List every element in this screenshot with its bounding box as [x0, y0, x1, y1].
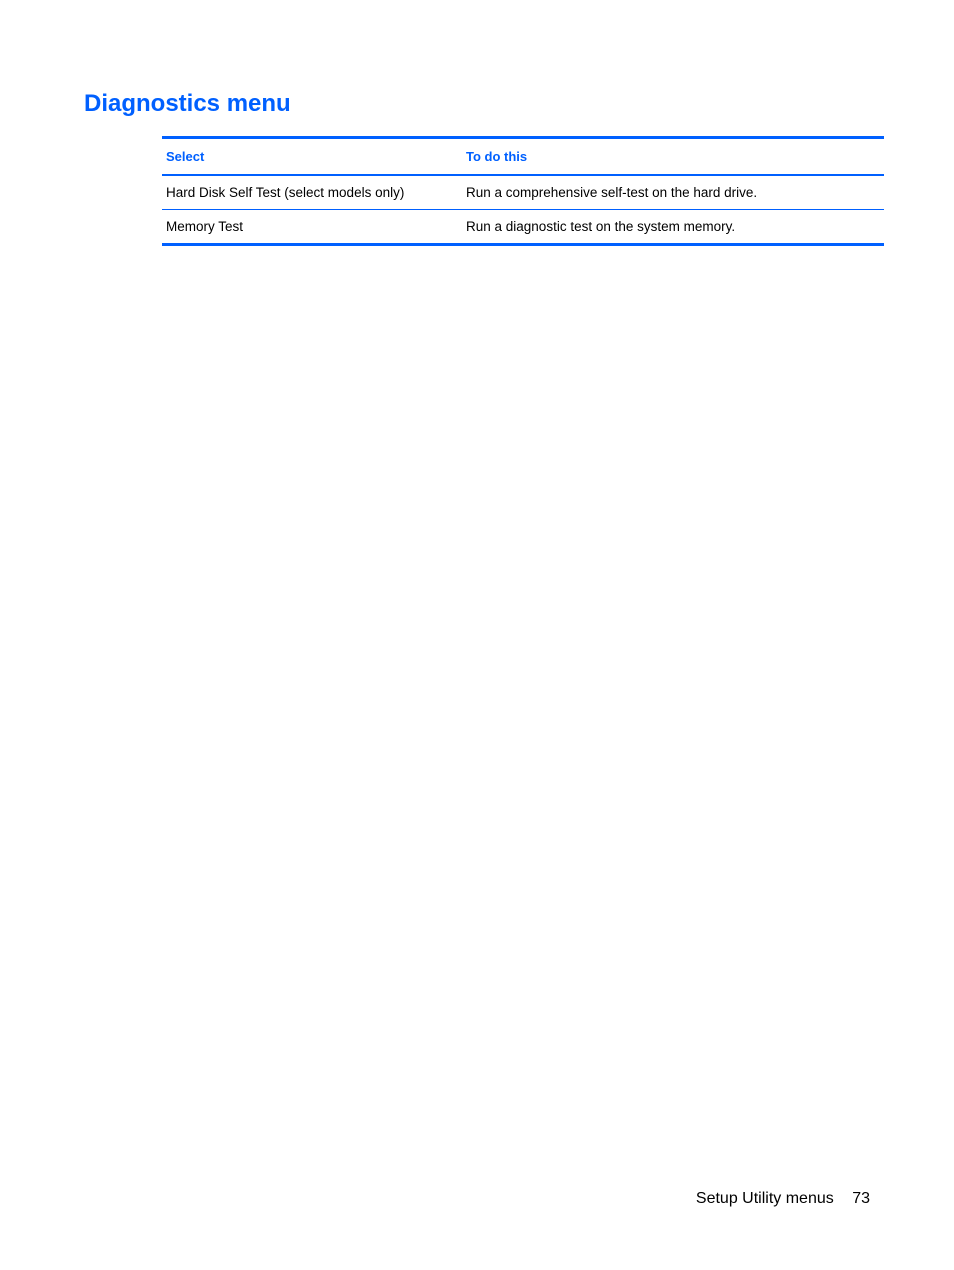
cell-select: Memory Test [162, 210, 462, 245]
footer-page-number: 73 [852, 1190, 870, 1207]
table-header-row: Select To do this [162, 138, 884, 176]
section-heading: Diagnostics menu [84, 90, 870, 118]
footer-section-title: Setup Utility menus [696, 1190, 834, 1207]
cell-todo: Run a diagnostic test on the system memo… [462, 210, 884, 245]
table-row: Memory Test Run a diagnostic test on the… [162, 210, 884, 245]
page-footer: Setup Utility menus 73 [696, 1190, 870, 1208]
cell-select: Hard Disk Self Test (select models only) [162, 175, 462, 210]
cell-todo: Run a comprehensive self-test on the har… [462, 175, 884, 210]
diagnostics-table-container: Select To do this Hard Disk Self Test (s… [162, 136, 884, 246]
col-header-select: Select [162, 138, 462, 176]
diagnostics-table: Select To do this Hard Disk Self Test (s… [162, 136, 884, 246]
col-header-todo: To do this [462, 138, 884, 176]
table-row: Hard Disk Self Test (select models only)… [162, 175, 884, 210]
